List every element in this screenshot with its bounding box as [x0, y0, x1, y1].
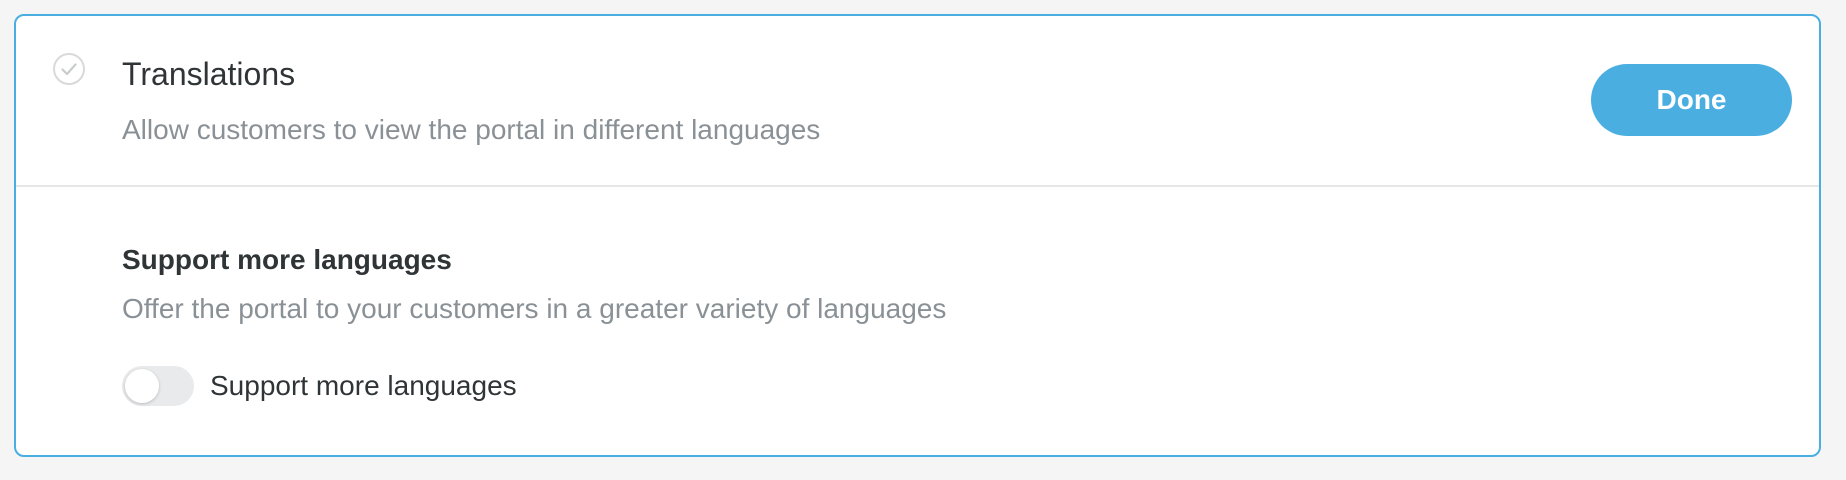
- card-header: Translations Allow customers to view the…: [16, 16, 1819, 187]
- toggle-label[interactable]: Support more languages: [210, 368, 517, 404]
- translations-card: Translations Allow customers to view the…: [14, 14, 1821, 457]
- section-title: Support more languages: [122, 244, 452, 275]
- card-subtitle: Allow customers to view the portal in di…: [122, 114, 821, 145]
- done-button[interactable]: Done: [1591, 64, 1792, 136]
- toggle-knob: [125, 369, 159, 403]
- section-description: Offer the portal to your customers in a …: [122, 293, 947, 324]
- check-circle-icon: [53, 53, 85, 85]
- card-title: Translations: [122, 56, 296, 92]
- support-languages-toggle[interactable]: [122, 366, 194, 406]
- support-languages-toggle-row: Support more languages: [122, 366, 517, 406]
